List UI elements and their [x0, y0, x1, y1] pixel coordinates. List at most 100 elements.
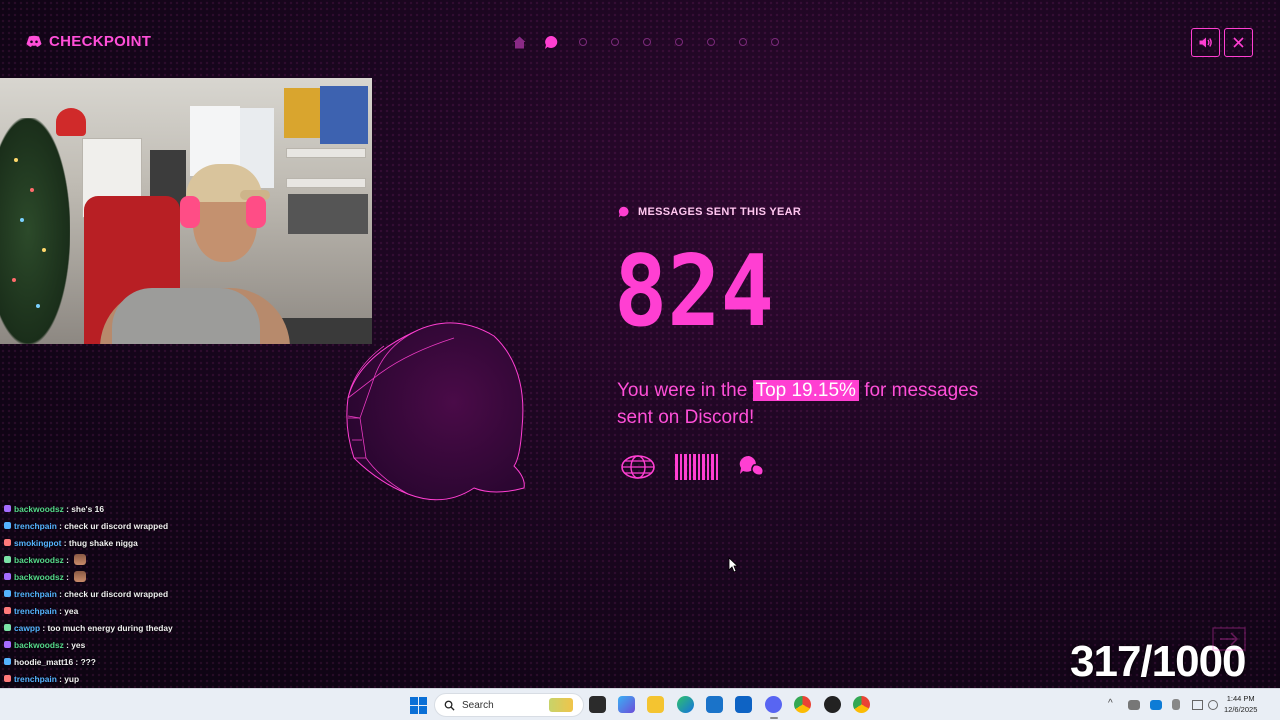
chat-badge-icon [4, 505, 11, 512]
tray-speaker-icon[interactable] [1208, 700, 1218, 710]
chat-message: backwoodsz : [4, 568, 264, 585]
speaker-icon [1199, 37, 1212, 48]
store-icon[interactable] [706, 696, 723, 713]
chat-badge-icon [4, 556, 11, 563]
chat-text: yea [64, 605, 79, 616]
tray-mic-icon[interactable] [1172, 699, 1180, 710]
step-messages[interactable] [535, 33, 567, 51]
clock-date: 12/6/2025 [1224, 705, 1258, 714]
message-count-text: 824 [614, 245, 774, 335]
chat-text: check ur discord wrapped [64, 588, 169, 599]
step-dot[interactable] [727, 33, 759, 51]
step-dot[interactable] [631, 33, 663, 51]
tray-app-icon[interactable] [1128, 700, 1140, 710]
step-home[interactable] [503, 33, 535, 51]
chat-username[interactable]: backwoodsz [14, 572, 64, 582]
discord-icon [26, 35, 42, 47]
taskbar-search[interactable]: Search [434, 693, 584, 717]
tray-display-icon[interactable] [1192, 700, 1203, 710]
chat-separator: : [73, 656, 81, 667]
chat-username[interactable]: backwoodsz [14, 504, 64, 514]
windows-taskbar: Search ^ 1:44 PM 12/6/2025 [0, 688, 1280, 720]
chrome-icon[interactable] [794, 696, 811, 713]
chat-username[interactable]: smokingpot [14, 538, 61, 548]
step-dot[interactable] [567, 33, 599, 51]
chat-message: trenchpain : check ur discord wrapped [4, 585, 264, 602]
chat-badge-icon [4, 624, 11, 631]
edge-icon[interactable] [677, 696, 694, 713]
step-dot[interactable] [695, 33, 727, 51]
chat-username[interactable]: backwoodsz [14, 640, 64, 650]
copilot-icon[interactable] [618, 696, 635, 713]
chat-bubble-3d-illustration [346, 322, 525, 501]
discord-app-icon[interactable] [765, 696, 782, 713]
message-count-value: 824 [614, 245, 774, 335]
clock-time: 1:44 PM [1226, 694, 1255, 703]
chat-text: ??? [80, 656, 96, 667]
chat-badge-icon [4, 539, 11, 546]
file-explorer-icon[interactable] [647, 696, 664, 713]
stat-label-text: MESSAGES SENT THIS YEAR [638, 206, 802, 218]
tray-cloud-icon[interactable] [1150, 700, 1162, 710]
sound-button[interactable] [1191, 28, 1220, 57]
taskbar-clock[interactable]: 1:44 PM 12/6/2025 [1224, 693, 1257, 715]
chat-bubble-icon [544, 35, 557, 49]
chat-username[interactable]: hoodie_matt16 [14, 657, 73, 667]
step-dot[interactable] [599, 33, 631, 51]
brand-name: CHECKPOINT [49, 33, 152, 50]
chat-username[interactable]: trenchpain [14, 589, 57, 599]
chat-separator: : [63, 554, 72, 565]
chat-username[interactable]: cawpp [14, 623, 40, 633]
chat-message: trenchpain : yea [4, 602, 264, 619]
chat-text: too much energy during theday [47, 622, 173, 633]
tray-chevron-icon[interactable]: ^ [1108, 698, 1113, 709]
step-dot[interactable] [663, 33, 695, 51]
chat-badge-icon [4, 522, 11, 529]
close-icon [1233, 37, 1244, 48]
chat-badge-icon [4, 607, 11, 614]
chat-message: cawpp : too much energy during theday [4, 619, 264, 636]
stat-label: MESSAGES SENT THIS YEAR [618, 206, 801, 218]
chat-badge-icon [4, 658, 11, 665]
task-view-icon[interactable] [589, 696, 606, 713]
search-icon [444, 700, 455, 711]
chat-bubbles-icon [739, 455, 764, 481]
chat-badge-icon [4, 641, 11, 648]
chat-username[interactable]: trenchpain [14, 606, 57, 616]
chat-badge-icon [4, 675, 11, 682]
chat-text: thug shake nigga [68, 537, 138, 548]
globe-icon [621, 455, 655, 479]
chat-text: yup [64, 673, 80, 684]
chat-separator: : [40, 622, 48, 633]
brand-logo: CHECKPOINT [26, 33, 151, 50]
percentile-prefix: You were in the [617, 380, 753, 401]
chat-separator: : [61, 537, 69, 548]
chat-emote-icon [74, 571, 87, 582]
chat-message: backwoodsz : yes [4, 636, 264, 653]
home-icon [513, 36, 525, 48]
chat-username[interactable]: trenchpain [14, 674, 57, 684]
chat-username[interactable]: trenchpain [14, 521, 57, 531]
step-dot[interactable] [759, 33, 791, 51]
outlook-icon[interactable] [735, 696, 752, 713]
chat-message: smokingpot : thug shake nigga [4, 534, 264, 551]
progress-stepper [503, 33, 791, 51]
barcode-icon [675, 454, 718, 480]
webcam-feed [0, 78, 372, 344]
chat-text: check ur discord wrapped [64, 520, 169, 531]
chrome-profile-icon[interactable] [853, 696, 870, 713]
chat-text: she's 16 [71, 503, 104, 514]
percentile-highlight: Top 19.15% [752, 380, 859, 401]
mouse-cursor [728, 557, 738, 573]
windows-start-icon[interactable] [410, 697, 427, 714]
chat-message: trenchpain : check ur discord wrapped [4, 517, 264, 534]
chat-username[interactable]: backwoodsz [14, 555, 64, 565]
chat-message: hoodie_matt16 : ??? [4, 653, 264, 670]
next-arrow-button[interactable] [1212, 627, 1246, 651]
badge-row [620, 452, 764, 482]
close-button[interactable] [1224, 28, 1253, 57]
obs-icon[interactable] [824, 696, 841, 713]
chat-message: backwoodsz : [4, 551, 264, 568]
chat-text: yes [71, 639, 86, 650]
chat-badge-icon [4, 590, 11, 597]
